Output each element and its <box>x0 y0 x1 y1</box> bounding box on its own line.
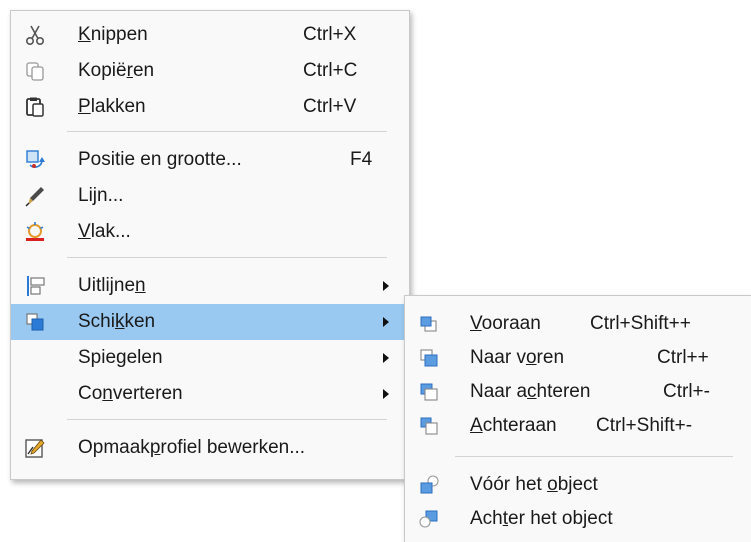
menu-item-label: Naar voren <box>470 347 565 368</box>
submenu-arrow-icon <box>383 389 389 399</box>
menu-item-in-front-of-object[interactable]: Vóór het object <box>405 467 751 503</box>
shortcut-text: Ctrl+C <box>303 60 358 81</box>
menu-item-label: Vooraan <box>470 313 541 334</box>
menu-item-line[interactable]: Lijn... <box>11 178 409 214</box>
menu-item-label: Achter het object <box>470 508 613 529</box>
menu-item-label: Spiegelen <box>78 347 163 368</box>
menu-item-arrange[interactable]: Schikken <box>11 304 409 340</box>
menu-item-label: Uitlijnen <box>78 275 146 296</box>
menu-item-position-size[interactable]: Positie en grootte... F4 <box>11 142 409 178</box>
menu-item-copy[interactable]: Kopiëren Ctrl+C <box>11 53 409 89</box>
scissors-icon <box>24 24 46 46</box>
menu-item-label: Positie en grootte... <box>78 149 242 170</box>
shortcut-text: Ctrl+V <box>303 96 357 117</box>
context-menu: Knippen Ctrl+X Kopiëren Ctrl+C Plakken C… <box>10 10 410 480</box>
submenu-arrow-icon <box>383 317 389 327</box>
menu-item-label: Plakken <box>78 96 146 117</box>
shortcut-text: Ctrl+Shift++ <box>590 313 691 334</box>
copy-icon <box>24 60 46 82</box>
menu-item-paste[interactable]: Plakken Ctrl+V <box>11 89 409 125</box>
menu-item-label: Kopiëren <box>78 60 155 81</box>
submenu-arrow-icon <box>383 281 389 291</box>
menu-item-label: Converteren <box>78 383 183 404</box>
shortcut-text: F4 <box>350 149 373 170</box>
menu-item-flip[interactable]: Spiegelen <box>11 340 409 376</box>
edit-style-icon <box>24 437 46 459</box>
menu-item-bring-to-front[interactable]: Vooraan Ctrl+Shift++ <box>405 306 751 342</box>
menu-separator <box>67 257 387 258</box>
menu-item-label: Opmaakprofiel bewerken... <box>78 437 306 458</box>
bring-forward-icon <box>418 347 440 369</box>
menu-item-align[interactable]: Uitlijnen <box>11 268 409 304</box>
arrange-submenu: Vooraan Ctrl+Shift++ Naar voren Ctrl++ N… <box>404 295 751 542</box>
arrange-icon <box>24 311 46 333</box>
menu-item-edit-style[interactable]: Opmaakprofiel bewerken... <box>11 430 409 466</box>
menu-separator <box>67 419 387 420</box>
menu-item-label: Vóór het object <box>470 474 598 495</box>
send-to-back-icon <box>418 415 440 437</box>
menu-item-send-to-back[interactable]: Achteraan Ctrl+Shift+- <box>405 408 751 444</box>
paste-icon <box>24 96 46 118</box>
menu-item-convert[interactable]: Converteren <box>11 376 409 412</box>
position-size-icon <box>24 149 46 171</box>
menu-item-label: Naar achteren <box>470 381 591 402</box>
align-icon <box>24 275 46 297</box>
menu-item-label: Achteraan <box>470 415 557 436</box>
shortcut-text: Ctrl+- <box>663 381 710 402</box>
in-front-of-object-icon <box>418 474 440 496</box>
shortcut-text: Ctrl++ <box>657 347 709 368</box>
menu-item-label: Knippen <box>78 24 148 45</box>
shortcut-text: Ctrl+Shift+- <box>596 415 693 436</box>
menu-item-send-backward[interactable]: Naar achteren Ctrl+- <box>405 374 751 410</box>
menu-item-label: Lijn... <box>78 185 124 206</box>
behind-object-icon <box>418 508 440 530</box>
pen-icon <box>24 185 46 207</box>
menu-separator <box>455 456 733 457</box>
menu-item-behind-object[interactable]: Achter het object <box>405 501 751 537</box>
menu-separator <box>67 131 387 132</box>
menu-item-cut[interactable]: Knippen Ctrl+X <box>11 17 409 53</box>
shortcut-text: Ctrl+X <box>303 24 357 45</box>
bring-to-front-icon <box>418 313 440 335</box>
menu-item-bring-forward[interactable]: Naar voren Ctrl++ <box>405 340 751 376</box>
area-fill-icon <box>24 221 46 243</box>
submenu-arrow-icon <box>383 353 389 363</box>
menu-item-area[interactable]: Vlak... <box>11 214 409 250</box>
send-backward-icon <box>418 381 440 403</box>
menu-item-label: Vlak... <box>78 221 131 242</box>
menu-item-label: Schikken <box>78 311 156 332</box>
